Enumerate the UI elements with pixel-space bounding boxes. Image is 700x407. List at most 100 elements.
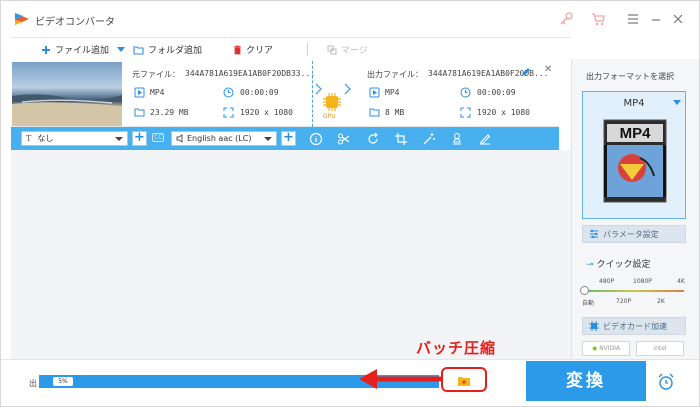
- nvidia-eye-icon: ◉: [591, 345, 598, 352]
- quick-tick-480p: 480P: [599, 278, 615, 285]
- source-resolution: 1920 x 1080: [240, 108, 293, 117]
- app-window: ビデオコンバータ ファイル追加 フォルダ追加 クリア マージ 元ファイル： 34…: [0, 0, 700, 407]
- mp4-format-icon: MP4: [603, 119, 667, 203]
- title-bar: ビデオコンバータ: [1, 1, 699, 37]
- close-window-icon[interactable]: [671, 12, 685, 26]
- clear-button[interactable]: クリア: [233, 43, 273, 56]
- add-file-label: ファイル追加: [55, 46, 110, 56]
- alarm-clock-icon[interactable]: [657, 373, 675, 391]
- beach-scene-image: [12, 94, 122, 126]
- quick-tick-4k: 4K: [677, 278, 685, 285]
- output-format-selector[interactable]: MP4 MP4: [582, 91, 686, 219]
- subtitle-select[interactable]: T なし: [21, 131, 128, 146]
- output-name-label: 出力ファイル：: [367, 70, 423, 79]
- format-name: MP4: [623, 98, 645, 109]
- parameter-settings-button[interactable]: パラメータ設定: [582, 225, 686, 243]
- folder-size-icon: [134, 108, 145, 117]
- effects-wand-icon[interactable]: [422, 132, 436, 146]
- merge-icon: [327, 45, 337, 54]
- annotation-arrow-icon: [359, 369, 441, 389]
- convert-button[interactable]: 変換: [526, 361, 646, 401]
- rotate-icon[interactable]: [366, 132, 380, 146]
- source-duration: 00:00:09: [240, 88, 279, 97]
- watermark-stamp-icon[interactable]: [450, 132, 464, 146]
- bottom-bar: 出 5% 変換: [1, 359, 699, 406]
- add-folder-button[interactable]: フォルダ追加: [133, 43, 202, 56]
- minimize-icon[interactable]: [649, 12, 663, 26]
- scissors-icon[interactable]: [337, 132, 351, 146]
- output-size: 8 MB: [385, 108, 405, 117]
- folder-size-icon: [369, 108, 380, 117]
- source-name-value: 344A781A619EA1AB0F20DB33...: [185, 69, 316, 78]
- audio-track-select[interactable]: English aac (LC): [171, 131, 277, 146]
- clear-label: クリア: [246, 46, 274, 56]
- speaker-icon: [176, 134, 183, 143]
- sliders-icon: [590, 229, 598, 239]
- trash-icon: [234, 45, 241, 54]
- menu-icon[interactable]: [626, 12, 640, 26]
- gpu-acceleration-button[interactable]: ビデオカード加速: [582, 317, 686, 335]
- add-folder-label: フォルダ追加: [148, 46, 203, 56]
- intel-badge: intel: [636, 341, 684, 356]
- plus-icon: [42, 45, 50, 54]
- subtitle-value: なし: [37, 134, 54, 143]
- source-size: 23.29 MB: [150, 108, 189, 117]
- file-row[interactable]: 元ファイル： 344A781A619EA1AB0F20DB33... MP4 0…: [11, 61, 559, 127]
- progress-percent: 5%: [53, 377, 73, 386]
- clock-icon: [460, 87, 471, 98]
- edit-name-icon[interactable]: [521, 67, 531, 77]
- key-icon[interactable]: [559, 12, 573, 26]
- quality-slider-track[interactable]: [584, 290, 684, 292]
- quick-settings-title: ⊸ クイック設定: [586, 257, 651, 270]
- output-folder-label: 出: [29, 379, 37, 388]
- merge-button[interactable]: マージ: [327, 43, 368, 56]
- output-format: MP4: [385, 88, 400, 97]
- conversion-divider: [312, 61, 313, 127]
- cart-icon[interactable]: [591, 12, 605, 26]
- chevron-down-icon: [264, 137, 272, 141]
- output-format-title: 出力フォーマットを選択: [586, 72, 674, 81]
- quality-slider-knob[interactable]: [580, 286, 589, 295]
- add-audio-button[interactable]: +: [281, 131, 296, 146]
- subtitle-edit-icon[interactable]: [478, 132, 492, 146]
- chevron-down-icon: [673, 100, 681, 105]
- window-title: ビデオコンバータ: [35, 17, 115, 28]
- add-subtitle-button[interactable]: +: [132, 131, 147, 146]
- gpu-chip-icon: [323, 93, 341, 111]
- add-file-button[interactable]: ファイル追加: [41, 43, 109, 56]
- annotation-label: バッチ圧縮: [416, 339, 497, 357]
- video-thumbnail[interactable]: [12, 62, 122, 126]
- quick-tick-1080p: 1080P: [633, 278, 652, 285]
- gpu-label: GPU: [323, 113, 336, 120]
- source-name-label: 元ファイル：: [132, 70, 180, 79]
- crop-icon[interactable]: [394, 132, 408, 146]
- chevron-down-icon: [115, 137, 123, 141]
- format-badge-text: MP4: [620, 125, 652, 142]
- parameter-settings-label: パラメータ設定: [603, 229, 659, 239]
- nvidia-badge: ◉ NVIDIA: [582, 341, 630, 356]
- quick-tick-auto: 自動: [582, 300, 595, 307]
- output-resolution: 1920 x 1080: [477, 108, 530, 117]
- audio-track-value: English aac (LC): [187, 134, 252, 143]
- remove-file-icon[interactable]: ✕: [544, 64, 552, 75]
- quick-tick-720p: 720P: [616, 298, 632, 305]
- add-file-dropdown-icon[interactable]: [117, 47, 125, 52]
- video-format-icon: [134, 87, 145, 98]
- main-toolbar: ファイル追加 フォルダ追加 クリア マージ: [11, 37, 571, 59]
- intel-label: intel: [653, 345, 667, 352]
- cc-icon[interactable]: CC: [152, 133, 165, 142]
- gpu-acceleration-label: ビデオカード加速: [603, 321, 667, 331]
- resolution-icon: [223, 107, 234, 118]
- folder-icon: [133, 45, 144, 55]
- file-list-area[interactable]: [11, 150, 571, 360]
- quick-settings-label: クイック設定: [596, 260, 651, 270]
- source-format: MP4: [150, 88, 165, 97]
- output-format-panel: 出力フォーマットを選択 MP4 MP4 パラメータ設定 ⊸ クイック設定 480P: [571, 59, 699, 359]
- resolution-icon: [460, 107, 471, 118]
- info-icon[interactable]: [309, 132, 323, 146]
- quick-settings-icon: ⊸: [586, 260, 594, 270]
- quick-tick-2k: 2K: [657, 298, 665, 305]
- merge-label: マージ: [341, 46, 368, 56]
- clock-icon: [223, 87, 234, 98]
- gpu-badge: GPU: [319, 89, 345, 125]
